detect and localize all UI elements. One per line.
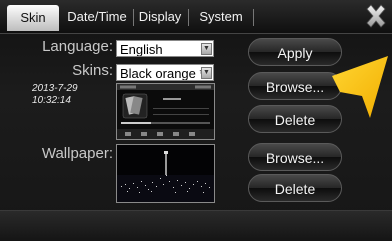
skins-value: Black orange * [120,66,205,81]
tab-divider [133,9,134,26]
close-x-icon [366,4,386,28]
skin-timestamp: 2013-7-29 10:32:14 [32,83,78,107]
wallpaper-browse-button[interactable]: Browse... [248,143,342,171]
skin-delete-button[interactable]: Delete [248,105,342,133]
apply-button[interactable]: Apply [248,38,342,66]
wallpaper-city-image [117,145,214,202]
language-value: English [120,42,163,57]
tab-display[interactable]: Display [136,4,184,29]
skin-preview [116,83,215,140]
tab-divider [188,9,189,26]
tab-divider [253,9,254,26]
skin-browse-button[interactable]: Browse... [248,72,342,100]
language-label: Language: [42,38,113,55]
tab-bar: Skin Date/Time Display System [0,0,392,34]
wallpaper-label: Wallpaper: [41,145,113,162]
skin-preview-thumbnail [117,84,214,139]
skin-date: 2013-7-29 [32,83,78,94]
wallpaper-preview [116,144,215,203]
wallpaper-delete-button[interactable]: Delete [248,174,342,202]
yellow-arrow-pointer-icon [332,56,388,118]
tab-date-time[interactable]: Date/Time [64,4,130,29]
tab-system[interactable]: System [194,4,248,29]
chevron-down-icon: ▼ [201,67,212,79]
language-select[interactable]: English ▼ [116,40,214,57]
close-button[interactable] [363,3,389,29]
bottom-bar [0,210,392,241]
tab-skin[interactable]: Skin [7,5,59,31]
chevron-down-icon: ▼ [201,43,212,55]
skins-select[interactable]: Black orange * ▼ [116,64,214,81]
settings-screen: Skin Date/Time Display System Language: … [0,0,392,241]
skin-time: 10:32:14 [32,95,71,106]
skins-label: Skins: [72,62,113,79]
